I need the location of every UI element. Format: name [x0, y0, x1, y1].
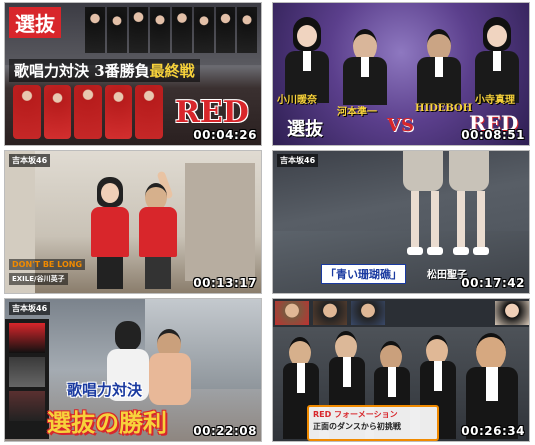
- leg-4: [477, 191, 485, 251]
- timestamp: 00:13:17: [193, 276, 257, 290]
- group-members: [85, 7, 257, 53]
- leg-2: [431, 191, 439, 251]
- dress-right: [449, 151, 489, 191]
- timestamp: 00:08:51: [461, 128, 525, 142]
- member-1: [281, 13, 333, 103]
- red-team-members: [13, 85, 163, 139]
- show-logo: 吉本坂46: [9, 302, 51, 315]
- member-4: [471, 13, 523, 103]
- timestamp: 00:22:08: [193, 424, 257, 438]
- member-3: [413, 25, 465, 105]
- timestamp: 00:04:26: [193, 128, 257, 142]
- headline: 歌唱力対決 3番勝負最終戦: [9, 59, 200, 82]
- leg-3: [457, 191, 465, 251]
- thumbnail-4[interactable]: 吉本坂46 「青い珊瑚礁」 松田聖子 00:17:42: [272, 150, 530, 294]
- name-tag-1: 小川暖奈: [277, 95, 317, 106]
- team-left-label: 選抜: [287, 119, 323, 140]
- name-tag-2: 河本準一: [337, 107, 377, 118]
- member-2: [339, 25, 391, 105]
- headline-text: 歌唱力対決 3番勝負: [14, 62, 150, 80]
- song-artist: EXILE/谷川英子: [9, 273, 68, 285]
- headline-accent: 最終戦: [149, 62, 195, 80]
- performer-1: [85, 177, 135, 289]
- performer-2: [133, 170, 183, 289]
- name-tag-3: HIDEBOH: [415, 103, 473, 114]
- show-logo: 吉本坂46: [277, 154, 319, 167]
- result-title: 選抜の勝利: [47, 408, 167, 437]
- wipe-bar: [273, 299, 529, 327]
- hugging-person-2: [145, 329, 195, 405]
- subtitle-line-1: RED フォーメーション: [313, 410, 398, 419]
- poster-wall: [5, 319, 49, 439]
- timestamp: 00:26:34: [461, 424, 525, 438]
- subtitle-line-2: 正面のダンスから初挑戦: [313, 422, 401, 431]
- leg-1: [411, 191, 419, 251]
- show-logo: 吉本坂46: [9, 154, 51, 167]
- thumbnail-3[interactable]: 吉本坂46 DON'T BE LONG EXILE/谷川英子 00:13:17: [4, 150, 262, 294]
- thumbnail-5[interactable]: 吉本坂46 歌唱力対決 選抜の勝利 00:22:08: [4, 298, 262, 442]
- thumbnail-1[interactable]: 選抜 歌唱力対決 3番勝負最終戦 RED 00:04:26: [4, 2, 262, 146]
- timestamp: 00:17:42: [461, 276, 525, 290]
- red-logo: RED: [175, 95, 249, 130]
- name-tag-4: 小寺真理: [475, 95, 515, 106]
- thumbnail-grid: 選抜 歌唱力対決 3番勝負最終戦 RED 00:04:26 小川暖奈 河本準一 …: [0, 0, 535, 445]
- thumbnail-2[interactable]: 小川暖奈 河本準一 HIDEBOH 小寺真理 選抜 VS RED 00:08:5…: [272, 2, 530, 146]
- dress-left: [403, 151, 443, 191]
- team-label: 選抜: [9, 7, 61, 38]
- thumbnail-6[interactable]: RED フォーメーション 正面のダンスから初挑戦 00:26:34: [272, 298, 530, 442]
- song-title: 「青い珊瑚礁」: [321, 264, 406, 284]
- headline: 歌唱力対決: [67, 381, 143, 399]
- song-title: DON'T BE LONG: [9, 259, 86, 270]
- subtitle-box: RED フォーメーション 正面のダンスから初挑戦: [307, 405, 439, 441]
- wall-right: [185, 163, 255, 281]
- vs-label: VS: [387, 115, 414, 136]
